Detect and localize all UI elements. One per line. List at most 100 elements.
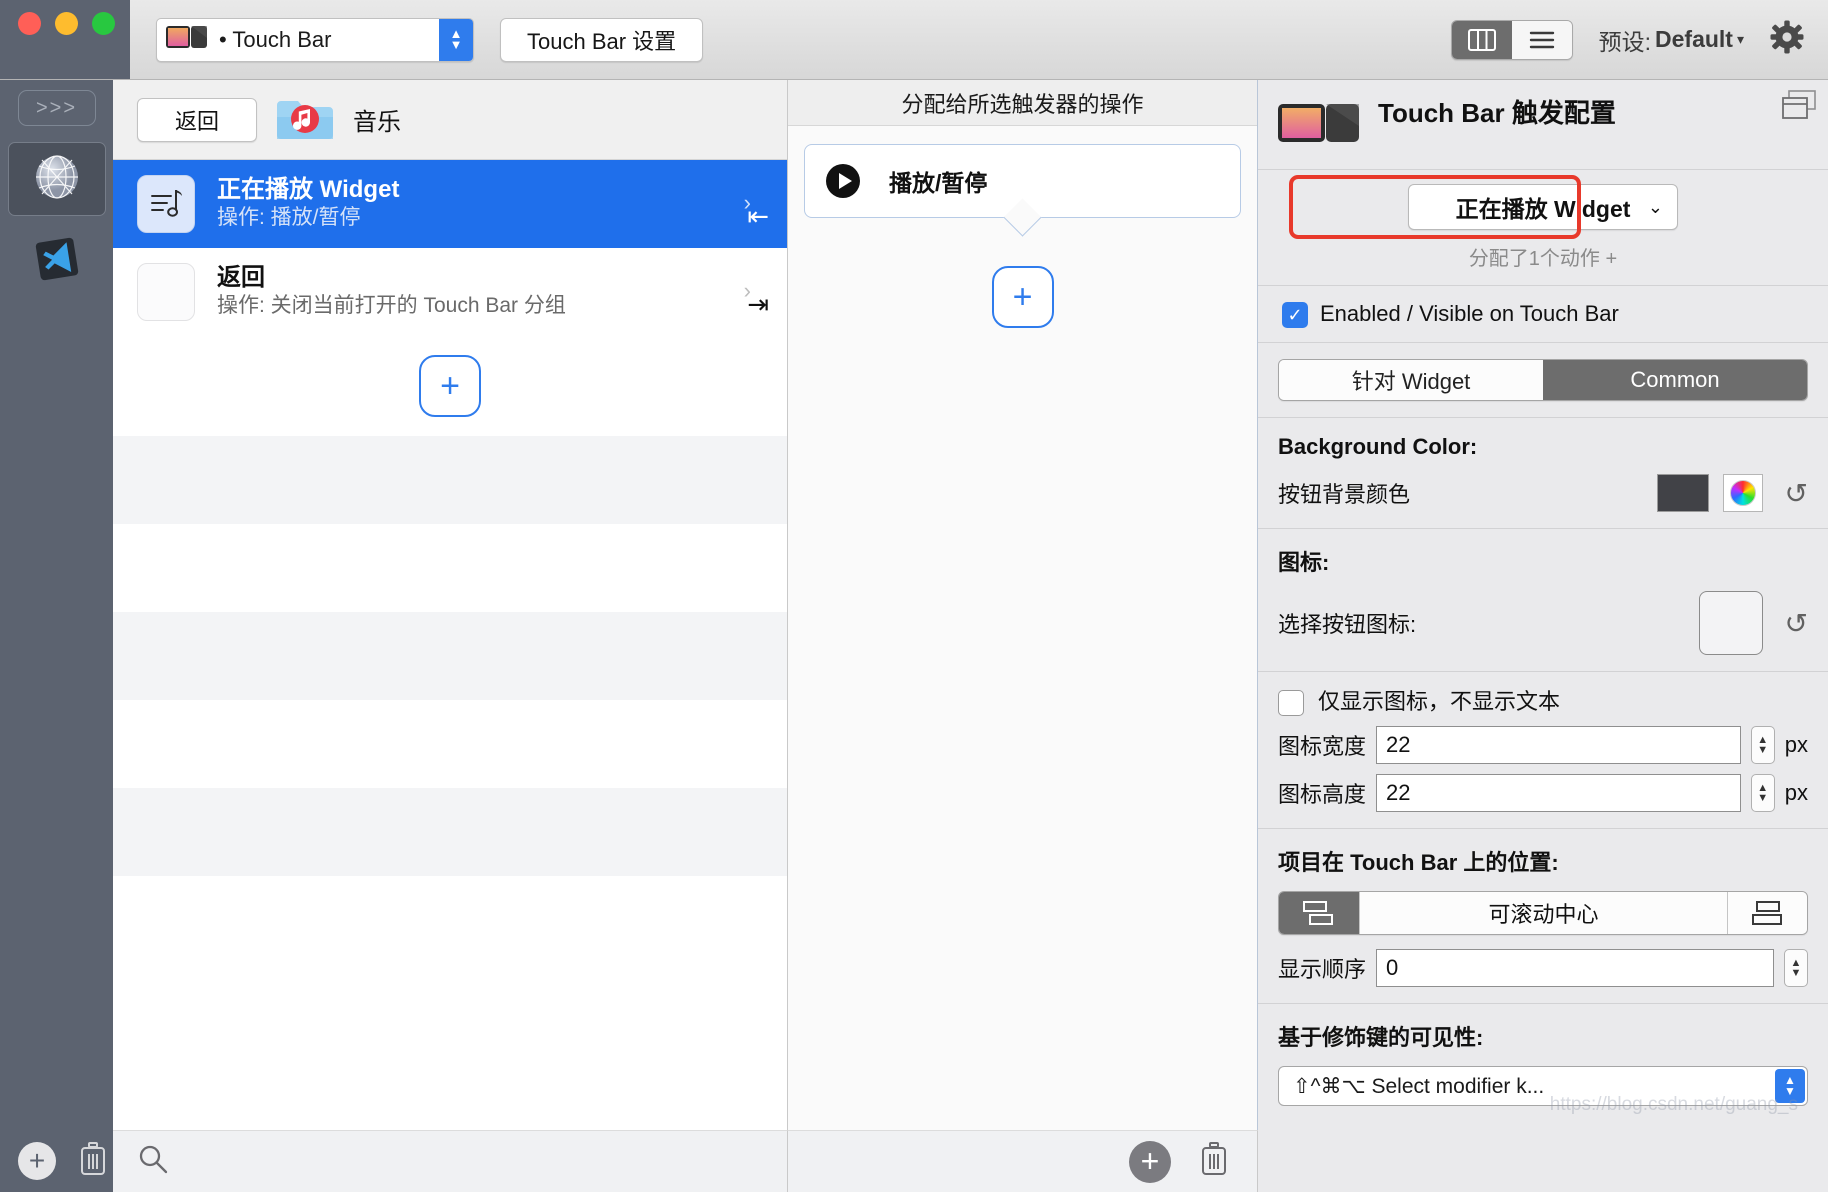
- icon-section: 图标: 选择按钮图标: ↺: [1258, 529, 1828, 672]
- table-row-subtitle: 操作: 关闭当前打开的 Touch Bar 分组: [217, 294, 566, 318]
- table-row[interactable]: 返回 操作: 关闭当前打开的 Touch Bar 分组 › ⇥: [113, 248, 787, 336]
- main-body: >>> 返回 音乐 正在播放 Widget 操作: 播放/暂停 › ⇤ 返回 操…: [0, 80, 1828, 1130]
- window-traffic-lights[interactable]: [18, 12, 115, 35]
- device-combo-stepper[interactable]: ▲ ▼: [439, 18, 473, 61]
- assigned-actions-count: 分配了1个动作 +: [1468, 248, 1618, 270]
- icon-height-input[interactable]: 22: [1376, 774, 1741, 812]
- touchbar-icon: [1278, 98, 1360, 153]
- position-segmented-control[interactable]: 可滚动中心: [1278, 891, 1808, 935]
- folder-name-label: 音乐: [353, 109, 401, 136]
- enter-group-icon: ⇤: [747, 201, 769, 231]
- app-rail: >>>: [0, 80, 113, 1130]
- icon-picker-label: 选择按钮图标:: [1278, 612, 1417, 637]
- assigned-actions-header: 分配给所选触发器的操作: [788, 80, 1257, 126]
- exit-group-icon: ⇥: [747, 289, 769, 319]
- position-section: 项目在 Touch Bar 上的位置: 可滚动中心 显示顺序 0 ▲ ▼: [1258, 829, 1828, 1004]
- bottom-bar: + +: [0, 1130, 1828, 1192]
- add-action-button[interactable]: +: [991, 266, 1054, 328]
- background-color-row: 按钮背景颜色 ↺: [1278, 474, 1808, 512]
- inspector-header: Touch Bar 触发配置: [1258, 80, 1828, 170]
- rail-item-global[interactable]: [7, 142, 106, 216]
- chevron-down-icon: ▾: [1736, 31, 1744, 47]
- color-swatch[interactable]: [1656, 474, 1709, 512]
- preset-dropdown[interactable]: 预设: Default ▾: [1599, 23, 1744, 57]
- list-filler-row: [113, 524, 787, 612]
- maximize-window-button[interactable]: [92, 12, 115, 35]
- touchbar-settings-button[interactable]: Touch Bar 设置: [500, 17, 704, 62]
- checkbox-unchecked-icon[interactable]: [1278, 690, 1304, 716]
- modifier-key-stepper[interactable]: ▲ ▼: [1775, 1069, 1805, 1103]
- action-add-button[interactable]: +: [1129, 1140, 1171, 1183]
- music-note-list-icon: [137, 175, 195, 233]
- reset-icon[interactable]: ↺: [1785, 607, 1808, 640]
- position-section-label: 项目在 Touch Bar 上的位置:: [1278, 850, 1559, 875]
- terminal-rail-button[interactable]: >>>: [17, 90, 96, 126]
- icon-size-section: 仅显示图标，不显示文本 图标宽度 22 ▲ ▼ px 图标高度 22 ▲ ▼ px: [1258, 672, 1828, 829]
- gear-icon[interactable]: [1770, 20, 1804, 59]
- inspector-tabs-section: 针对 Widget Common: [1258, 343, 1828, 418]
- widget-select[interactable]: 正在播放 Widget ⌄: [1408, 184, 1678, 230]
- icon-height-unit: px: [1784, 780, 1808, 805]
- back-button[interactable]: 返回: [137, 97, 257, 142]
- bettertouchtool-window: • Touch Bar ▲ ▼ Touch Bar 设置 预设: Default…: [0, 0, 1828, 1192]
- icon-width-input[interactable]: 22: [1376, 726, 1741, 764]
- modifier-visibility-label: 基于修饰键的可见性:: [1278, 1025, 1484, 1050]
- display-order-input[interactable]: 0: [1376, 949, 1774, 987]
- rail-trash-icon[interactable]: [78, 1141, 108, 1181]
- align-left-icon[interactable]: [1279, 892, 1359, 934]
- table-row-text: 返回 操作: 关闭当前打开的 Touch Bar 分组: [217, 263, 566, 321]
- icon-width-label: 图标宽度: [1278, 734, 1367, 759]
- search-icon[interactable]: [137, 1143, 169, 1180]
- reset-icon[interactable]: ↺: [1785, 477, 1808, 510]
- add-action-row: +: [804, 266, 1241, 328]
- widget-selector-section: 正在播放 Widget ⌄ 分配了1个动作 +: [1258, 170, 1828, 286]
- enabled-checkbox-label: Enabled / Visible on Touch Bar: [1320, 301, 1619, 326]
- rail-add-button[interactable]: +: [18, 1142, 56, 1180]
- icon-width-row: 图标宽度 22 ▲ ▼ px: [1278, 726, 1808, 764]
- list-filler-row: [113, 436, 787, 524]
- action-list-footer: +: [788, 1130, 1258, 1192]
- inspector-tabs[interactable]: 针对 Widget Common: [1278, 359, 1808, 401]
- trigger-list-body: 正在播放 Widget 操作: 播放/暂停 › ⇤ 返回 操作: 关闭当前打开的…: [113, 160, 787, 1130]
- align-right-icon[interactable]: [1727, 892, 1807, 934]
- minimize-window-button[interactable]: [55, 12, 78, 35]
- rail-item-vscode[interactable]: [8, 224, 106, 298]
- icon-width-stepper[interactable]: ▲ ▼: [1750, 726, 1775, 764]
- modifier-key-value: ⇧^⌘⌥ Select modifier k...: [1293, 1074, 1545, 1098]
- icon-height-stepper[interactable]: ▲ ▼: [1750, 774, 1775, 812]
- device-combo-label: • Touch Bar: [219, 26, 332, 52]
- icon-height-row: 图标高度 22 ▲ ▼ px: [1278, 774, 1808, 812]
- list-filler-row: [113, 700, 787, 788]
- table-row-text: 正在播放 Widget 操作: 播放/暂停: [217, 175, 399, 233]
- trigger-list-panel: 返回 音乐 正在播放 Widget 操作: 播放/暂停 › ⇤ 返回 操作: 关…: [113, 80, 788, 1130]
- checkbox-checked-icon[interactable]: ✓: [1282, 302, 1308, 328]
- view-mode-segmented-control[interactable]: [1450, 19, 1573, 60]
- button-bg-color-label: 按钮背景颜色: [1278, 482, 1411, 507]
- window-icon[interactable]: [1782, 90, 1816, 125]
- display-order-stepper[interactable]: ▲ ▼: [1784, 949, 1808, 987]
- icon-only-checkbox-row[interactable]: 仅显示图标，不显示文本: [1278, 688, 1808, 716]
- list-view-icon[interactable]: [1511, 20, 1572, 59]
- action-card[interactable]: 播放/暂停: [804, 144, 1241, 218]
- table-row-title: 正在播放 Widget: [217, 176, 400, 204]
- tab-common[interactable]: Common: [1543, 360, 1807, 400]
- table-row[interactable]: 正在播放 Widget 操作: 播放/暂停 › ⇤: [113, 160, 787, 248]
- table-row-subtitle: 操作: 播放/暂停: [217, 206, 361, 230]
- icon-drop-well[interactable]: [1698, 591, 1763, 655]
- action-trash-icon[interactable]: [1199, 1142, 1229, 1181]
- columns-view-icon[interactable]: [1451, 20, 1512, 59]
- tab-widget-specific[interactable]: 针对 Widget: [1279, 360, 1543, 400]
- modifier-key-select[interactable]: ⇧^⌘⌥ Select modifier k... ▲ ▼: [1278, 1066, 1808, 1106]
- widget-selector-wrap: 正在播放 Widget ⌄: [1278, 175, 1808, 239]
- list-filler-row: [113, 788, 787, 876]
- music-folder-icon: [277, 91, 333, 148]
- list-filler-row: [113, 612, 787, 700]
- position-scrollable-center[interactable]: 可滚动中心: [1359, 892, 1727, 934]
- close-window-button[interactable]: [18, 12, 41, 35]
- icon-section-label: 图标:: [1278, 550, 1330, 575]
- preset-label: 预设:: [1598, 28, 1652, 55]
- color-wheel-icon[interactable]: [1722, 474, 1763, 512]
- device-combo-box[interactable]: • Touch Bar ▲ ▼: [156, 17, 474, 62]
- add-trigger-button[interactable]: +: [419, 355, 481, 417]
- enabled-checkbox-row[interactable]: ✓ Enabled / Visible on Touch Bar: [1258, 286, 1828, 343]
